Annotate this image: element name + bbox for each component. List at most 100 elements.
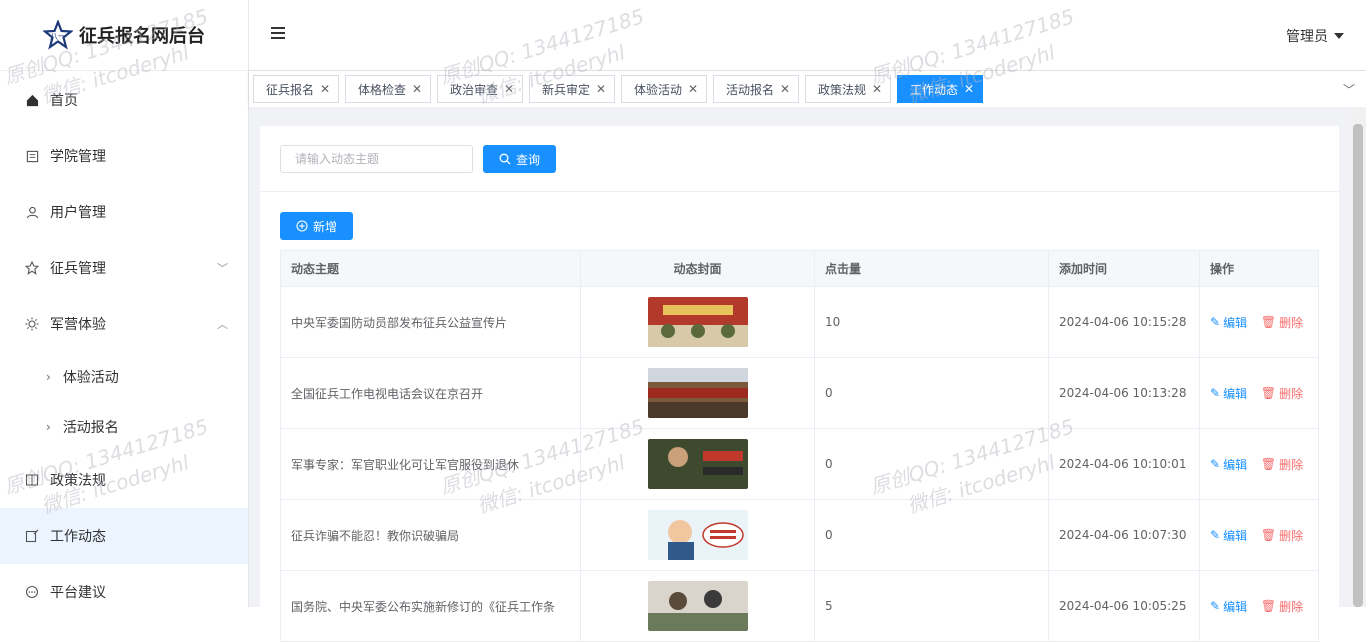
hamburger-icon[interactable] bbox=[271, 27, 285, 41]
news-title: 军事专家：军官职业化可让军官服役到退休 bbox=[280, 428, 581, 500]
trash-icon: 🗑 bbox=[1260, 386, 1277, 400]
sidebar-item-camp[interactable]: 军营体验 ︿ bbox=[0, 296, 248, 352]
edit-label: 编辑 bbox=[1223, 599, 1248, 614]
added-time: 2024-04-06 10:13:28 bbox=[1048, 357, 1200, 429]
tab-policy[interactable]: 政策法规 ✕ bbox=[805, 75, 892, 103]
search-button-label: 查询 bbox=[515, 152, 540, 167]
book-icon bbox=[24, 472, 40, 488]
click-count: 10 bbox=[814, 286, 1049, 358]
delete-button[interactable]: 🗑 删除 bbox=[1261, 527, 1303, 544]
close-icon[interactable]: ✕ bbox=[688, 82, 698, 96]
delete-label: 删除 bbox=[1279, 528, 1304, 543]
sidebar-item-label: 平台建议 bbox=[50, 585, 106, 601]
tab-news[interactable]: 工作动态 ✕ bbox=[897, 75, 984, 103]
tab-activity-registration[interactable]: 活动报名 ✕ bbox=[713, 75, 800, 103]
star-logo-icon: 八一 bbox=[43, 20, 73, 50]
edit-button[interactable]: ✎ 编辑 bbox=[1210, 598, 1247, 615]
edit-label: 编辑 bbox=[1223, 457, 1248, 472]
sidebar-item-label: 军营体验 bbox=[50, 317, 106, 333]
close-icon[interactable]: ✕ bbox=[504, 82, 514, 96]
sidebar-item-home[interactable]: 首页 bbox=[0, 72, 248, 128]
delete-label: 删除 bbox=[1279, 315, 1304, 330]
cover-image[interactable] bbox=[647, 297, 748, 347]
cover-cell bbox=[580, 570, 815, 642]
delete-button[interactable]: 🗑 删除 bbox=[1261, 385, 1303, 402]
trash-icon: 🗑 bbox=[1260, 315, 1277, 329]
user-dropdown[interactable]: 管理员 bbox=[1286, 26, 1344, 46]
chevron-down-icon: ﹀ bbox=[217, 262, 228, 275]
tab-label: 工作动态 bbox=[910, 82, 959, 97]
sidebar-item-label: 用户管理 bbox=[50, 205, 106, 221]
close-icon[interactable]: ✕ bbox=[780, 82, 790, 96]
search-input[interactable] bbox=[280, 145, 473, 173]
cover-image[interactable] bbox=[647, 439, 748, 489]
cover-image[interactable] bbox=[647, 581, 748, 631]
sidebar-item-college[interactable]: 学院管理 bbox=[0, 128, 248, 184]
tab-experience[interactable]: 体验活动 ✕ bbox=[621, 75, 708, 103]
row-actions: ✎ 编辑 🗑 删除 bbox=[1199, 357, 1319, 429]
cover-image[interactable] bbox=[647, 368, 748, 418]
click-count: 0 bbox=[814, 499, 1049, 571]
sidebar-subitem-experience[interactable]: › 体验活动 bbox=[0, 352, 248, 402]
row-actions: ✎ 编辑 🗑 删除 bbox=[1199, 570, 1319, 642]
tab-recruit-approval[interactable]: 新兵审定 ✕ bbox=[529, 75, 616, 103]
logo: 八一 征兵报名网后台 bbox=[0, 0, 248, 71]
edit-icon: ✎ bbox=[1210, 528, 1221, 542]
edit-button[interactable]: ✎ 编辑 bbox=[1210, 527, 1247, 544]
cover-image[interactable] bbox=[647, 510, 748, 560]
edit-label: 编辑 bbox=[1223, 528, 1248, 543]
column-header: 操作 bbox=[1199, 250, 1319, 287]
edit-icon bbox=[24, 528, 40, 544]
column-header: 点击量 bbox=[814, 250, 1049, 287]
news-title: 征兵诈骗不能忍！教你识破骗局 bbox=[280, 499, 581, 571]
edit-button[interactable]: ✎ 编辑 bbox=[1210, 385, 1247, 402]
added-time: 2024-04-06 10:05:25 bbox=[1048, 570, 1200, 642]
scrollbar-thumb[interactable] bbox=[1353, 124, 1363, 607]
add-button[interactable]: 新增 bbox=[280, 212, 353, 240]
sidebar-item-recruitment[interactable]: 征兵管理 ﹀ bbox=[0, 240, 248, 296]
main-content: 查询 新增 动态主题 动态封面 点击量 添加时间 操作 中央军委国防动员部发布征… bbox=[249, 107, 1366, 642]
search-button[interactable]: 查询 bbox=[483, 145, 556, 173]
sidebar-item-policy[interactable]: 政策法规 bbox=[0, 452, 248, 508]
sidebar-subitem-label: 活动报名 bbox=[62, 420, 119, 436]
sidebar-item-label: 首页 bbox=[50, 93, 78, 109]
chat-icon bbox=[24, 584, 40, 600]
tabs-bar: 征兵报名 ✕ 体格检查 ✕ 政治审查 ✕ 新兵审定 ✕ 体验活动 ✕ 活动报名 ✕ 政策法规… bbox=[249, 71, 1366, 107]
sidebar-item-news[interactable]: 工作动态 bbox=[0, 508, 248, 564]
table-row: 中央军委国防动员部发布征兵公益宣传片 10 2024-04-06 10:15:2… bbox=[280, 286, 1319, 358]
delete-button[interactable]: 🗑 删除 bbox=[1261, 314, 1303, 331]
close-icon[interactable]: ✕ bbox=[872, 82, 882, 96]
tab-political-review[interactable]: 政治审查 ✕ bbox=[437, 75, 524, 103]
delete-button[interactable]: 🗑 删除 bbox=[1261, 598, 1303, 615]
sidebar-item-label: 征兵管理 bbox=[50, 261, 106, 277]
edit-button[interactable]: ✎ 编辑 bbox=[1210, 314, 1247, 331]
tab-physical-exam[interactable]: 体格检查 ✕ bbox=[345, 75, 432, 103]
column-header: 添加时间 bbox=[1048, 250, 1200, 287]
tab-label: 政治审查 bbox=[450, 82, 499, 97]
trash-icon: 🗑 bbox=[1260, 528, 1277, 542]
plus-circle-icon bbox=[296, 220, 308, 232]
news-title: 中央军委国防动员部发布征兵公益宣传片 bbox=[280, 286, 581, 358]
sidebar-item-feedback[interactable]: 平台建议 bbox=[0, 564, 248, 620]
close-icon[interactable]: ✕ bbox=[412, 82, 422, 96]
edit-icon: ✎ bbox=[1210, 315, 1221, 329]
tab-label: 活动报名 bbox=[726, 82, 775, 97]
click-count: 5 bbox=[814, 570, 1049, 642]
chevron-down-icon[interactable]: ﹀ bbox=[1332, 71, 1366, 107]
delete-button[interactable]: 🗑 删除 bbox=[1261, 456, 1303, 473]
close-icon[interactable]: ✕ bbox=[964, 82, 974, 96]
user-label: 管理员 bbox=[1286, 29, 1328, 45]
edit-button[interactable]: ✎ 编辑 bbox=[1210, 456, 1247, 473]
sidebar-item-label: 政策法规 bbox=[50, 473, 106, 489]
tab-label: 体格检查 bbox=[358, 82, 407, 97]
star-icon bbox=[24, 260, 40, 276]
sidebar-subitem-registration[interactable]: › 活动报名 bbox=[0, 402, 248, 452]
sidebar-item-users[interactable]: 用户管理 bbox=[0, 184, 248, 240]
tab-recruit-registration[interactable]: 征兵报名 ✕ bbox=[253, 75, 340, 103]
divider bbox=[260, 191, 1339, 192]
tab-label: 新兵审定 bbox=[542, 82, 591, 97]
close-icon[interactable]: ✕ bbox=[320, 82, 330, 96]
cover-cell bbox=[580, 286, 815, 358]
trash-icon: 🗑 bbox=[1260, 599, 1277, 613]
close-icon[interactable]: ✕ bbox=[596, 82, 606, 96]
